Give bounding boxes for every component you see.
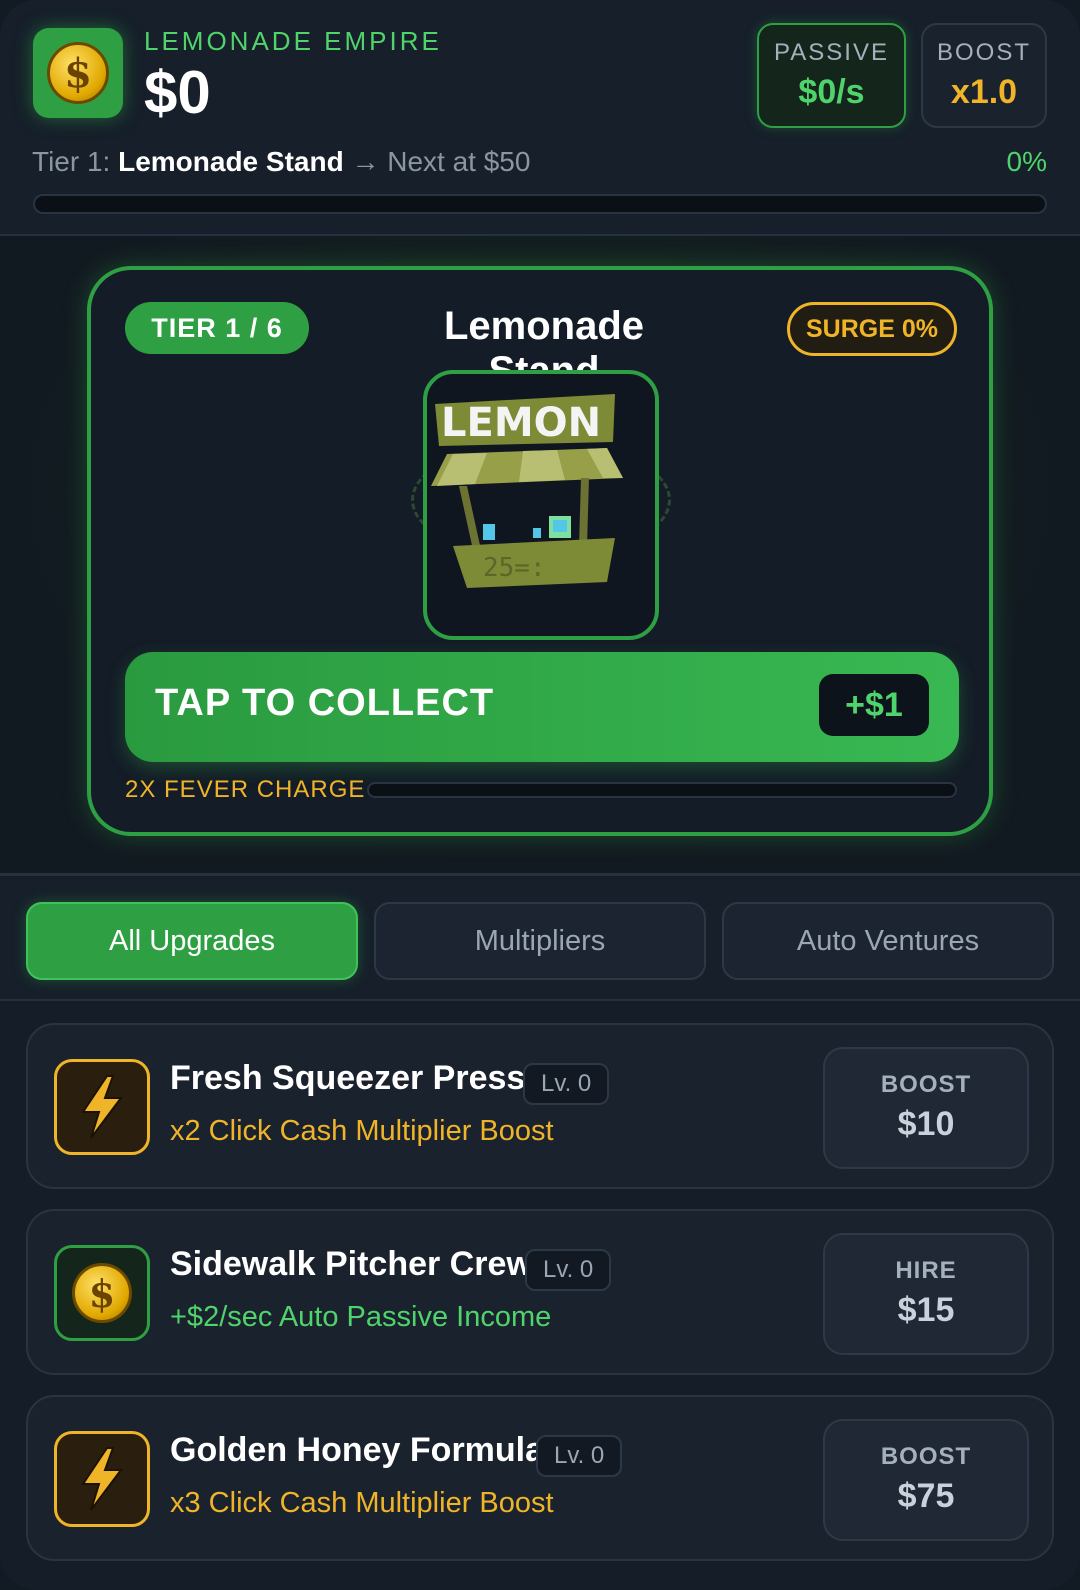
boost-stat: BOOST x1.0 xyxy=(921,23,1047,128)
upgrade-name: Sidewalk Pitcher Crew xyxy=(170,1245,533,1283)
buy-action-label: BOOST xyxy=(880,1443,972,1470)
dollar-coin-icon: $ xyxy=(47,42,109,104)
surge-badge: SURGE 0% xyxy=(787,302,957,356)
dollar-coin-icon: $ xyxy=(54,1245,150,1341)
svg-text:25=:: 25=: xyxy=(483,553,546,583)
stand-stage: TIER 1 / 6 Lemonade Stand SURGE 0% LEMON xyxy=(0,236,1080,876)
game-screen: $ LEMONADE EMPIRE $0 PASSIVE $0/s BOOST … xyxy=(0,0,1080,1590)
upgrade-price: $15 xyxy=(897,1291,955,1329)
tier-name: Lemonade Stand xyxy=(118,146,344,177)
upgrade-description: x3 Click Cash Multiplier Boost xyxy=(170,1487,554,1519)
passive-label: PASSIVE xyxy=(774,39,889,66)
stand-card: TIER 1 / 6 Lemonade Stand SURGE 0% LEMON xyxy=(87,266,993,836)
upgrade-description: x2 Click Cash Multiplier Boost xyxy=(170,1115,554,1147)
app-title: LEMONADE EMPIRE xyxy=(144,26,442,56)
buy-action-label: BOOST xyxy=(880,1071,972,1098)
boost-button[interactable]: BOOST $75 xyxy=(823,1419,1029,1541)
tier-badge: TIER 1 / 6 xyxy=(125,302,309,354)
tab-auto-ventures[interactable]: Auto Ventures xyxy=(722,902,1054,980)
collect-label: TAP TO COLLECT xyxy=(155,682,495,724)
upgrade-name: Fresh Squeezer Press xyxy=(170,1059,526,1097)
lemonade-stand-illustration: LEMON 25=: xyxy=(431,394,623,588)
collect-amount: +$1 xyxy=(819,674,929,736)
upgrade-item: Golden Honey Formula Lv. 0 x3 Click Cash… xyxy=(26,1395,1054,1561)
upgrade-level-badge: Lv. 0 xyxy=(536,1435,623,1477)
upgrade-price: $75 xyxy=(897,1477,955,1515)
passive-value: $0/s xyxy=(798,73,865,111)
tier-progress-bar xyxy=(33,194,1047,214)
cash-balance: $0 xyxy=(144,59,211,126)
passive-income-stat: PASSIVE $0/s xyxy=(757,23,906,128)
lemonade-stand-image[interactable]: LEMON 25=: xyxy=(423,370,659,640)
upgrade-level-badge: Lv. 0 xyxy=(523,1063,610,1105)
stand-sign-text: LEMON xyxy=(441,400,601,446)
upgrade-list: Fresh Squeezer Press Lv. 0 x2 Click Cash… xyxy=(0,1001,1080,1590)
tap-to-collect-button[interactable]: TAP TO COLLECT +$1 xyxy=(125,652,959,762)
lightning-icon xyxy=(54,1431,150,1527)
upgrade-item: $ Sidewalk Pitcher Crew Lv. 0 +$2/sec Au… xyxy=(26,1209,1054,1375)
lightning-icon xyxy=(54,1059,150,1155)
boost-label: BOOST xyxy=(936,39,1031,66)
upgrade-tabs: All Upgrades Multipliers Auto Ventures xyxy=(0,879,1080,1001)
hire-button[interactable]: HIRE $15 xyxy=(823,1233,1029,1355)
fever-charge-bar xyxy=(367,782,957,798)
upgrade-description: +$2/sec Auto Passive Income xyxy=(170,1301,552,1333)
tab-all-upgrades[interactable]: All Upgrades xyxy=(26,902,358,980)
tier-next: → Next at $50 xyxy=(351,146,531,177)
upgrade-name: Golden Honey Formula xyxy=(170,1431,545,1469)
boost-button[interactable]: BOOST $10 xyxy=(823,1047,1029,1169)
buy-action-label: HIRE xyxy=(895,1257,957,1284)
upgrade-level-badge: Lv. 0 xyxy=(525,1249,612,1291)
fever-charge-label: 2X FEVER CHARGE xyxy=(125,776,366,803)
app-logo: $ xyxy=(33,28,123,118)
tier-info: Tier 1: Lemonade Stand → Next at $50 xyxy=(32,146,530,178)
header: $ LEMONADE EMPIRE $0 PASSIVE $0/s BOOST … xyxy=(0,0,1080,236)
upgrade-item: Fresh Squeezer Press Lv. 0 x2 Click Cash… xyxy=(26,1023,1054,1189)
tier-prefix: Tier 1: xyxy=(32,146,111,177)
upgrade-price: $10 xyxy=(897,1105,955,1143)
tier-progress-percent: 0% xyxy=(1006,146,1047,177)
tab-multipliers[interactable]: Multipliers xyxy=(374,902,706,980)
boost-value: x1.0 xyxy=(950,73,1018,111)
